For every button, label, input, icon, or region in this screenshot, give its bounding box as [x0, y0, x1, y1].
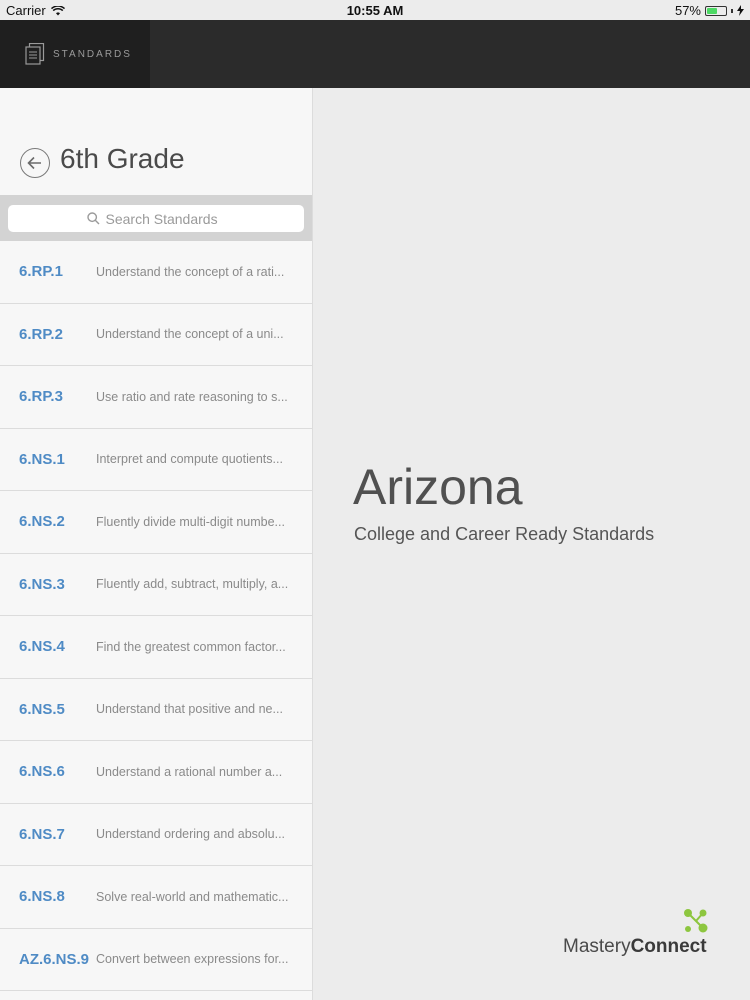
standard-row[interactable]: 6.RP.3 Use ratio and rate reasoning to s.… — [0, 366, 312, 429]
standard-row[interactable]: 6.NS.1 Interpret and compute quotients... — [0, 428, 312, 491]
standards-tab[interactable]: STANDARDS — [0, 20, 150, 88]
brand-name-bold: Connect — [630, 936, 707, 957]
standard-code: 6.NS.3 — [19, 575, 65, 593]
status-right: 57% — [675, 3, 744, 18]
search-box[interactable] — [8, 205, 304, 232]
standard-description: Fluently add, subtract, multiply, a... — [96, 577, 289, 592]
status-bar: Carrier 10:55 AM 57% — [0, 0, 750, 20]
battery-percent: 57% — [674, 3, 701, 18]
standard-code: 6.RP.2 — [19, 325, 63, 343]
charging-icon — [737, 5, 744, 16]
search-bar — [0, 195, 312, 241]
standard-row[interactable]: AZ.6.NS.9 Convert between expressions for… — [0, 928, 312, 991]
standards-tab-label: STANDARDS — [53, 48, 132, 60]
standard-code: 6.NS.5 — [19, 700, 65, 718]
standard-row[interactable]: 6.NS.7 Understand ordering and absolu... — [0, 803, 312, 866]
status-time: 10:55 AM — [346, 3, 404, 18]
back-button[interactable] — [20, 148, 50, 178]
standard-row[interactable]: 6.NS.6 Understand a rational number a... — [0, 741, 312, 804]
search-input[interactable] — [105, 210, 226, 227]
mastery-connect-logo-icon — [684, 909, 708, 933]
brand-name-light: Mastery — [563, 936, 631, 957]
standard-description: Use ratio and rate reasoning to s... — [96, 389, 288, 404]
standard-description: Understand the concept of a uni... — [96, 327, 284, 342]
battery-icon — [705, 5, 727, 16]
standards-list: 6.RP.1 Understand the concept of a rati..… — [0, 241, 312, 991]
standard-description: Find the greatest common factor... — [96, 639, 286, 654]
state-title: Arizona — [353, 459, 523, 515]
standard-description: Convert between expressions for... — [96, 952, 289, 967]
standard-code: 6.NS.7 — [19, 825, 65, 843]
standard-code: 6.NS.8 — [19, 888, 65, 906]
main-panel: Arizona College and Career Ready Standar… — [313, 88, 750, 1000]
battery-tip — [731, 8, 733, 13]
state-subtitle: College and Career Ready Standards — [354, 524, 655, 544]
arrow-left-icon — [27, 156, 41, 170]
standard-description: Fluently divide multi-digit numbe... — [96, 514, 285, 529]
standard-description: Understand a rational number a... — [96, 764, 283, 779]
standard-code: 6.NS.4 — [19, 638, 65, 656]
document-icon — [25, 43, 45, 65]
brand-wordmark: MasteryConnect — [563, 936, 707, 958]
standard-code: 6.NS.1 — [19, 450, 65, 468]
standard-row[interactable]: 6.NS.8 Solve real-world and mathematic... — [0, 866, 312, 929]
standard-description: Understand the concept of a rati... — [96, 264, 285, 279]
standard-row[interactable]: 6.NS.5 Understand that positive and ne... — [0, 678, 312, 741]
standard-code: AZ.6.NS.9 — [19, 950, 90, 968]
standard-description: Interpret and compute quotients... — [96, 452, 283, 467]
standard-description: Understand ordering and absolu... — [96, 827, 286, 842]
standard-description: Understand that positive and ne... — [96, 702, 283, 717]
grade-title: 6th Grade — [60, 143, 185, 174]
standard-code: 6.NS.6 — [19, 763, 65, 781]
standard-row[interactable]: 6.RP.1 Understand the concept of a rati..… — [0, 241, 312, 304]
standards-sidebar: 6th Grade 6.RP.1 Understand the concept o… — [0, 88, 313, 1000]
standard-code: 6.RP.3 — [19, 388, 63, 406]
standard-row[interactable]: 6.NS.2 Fluently divide multi-digit numbe.… — [0, 491, 312, 554]
standard-row[interactable]: 6.NS.3 Fluently add, subtract, multiply, … — [0, 553, 312, 616]
standard-code: 6.RP.1 — [19, 263, 63, 281]
brand-logo: MasteryConnect — [563, 908, 713, 958]
search-icon — [86, 212, 99, 225]
standard-row[interactable]: 6.NS.4 Find the greatest common factor... — [0, 616, 312, 679]
grade-header: 6th Grade — [0, 88, 312, 195]
standard-code: 6.NS.2 — [19, 513, 65, 531]
standard-description: Solve real-world and mathematic... — [96, 889, 289, 904]
battery-fill — [707, 7, 718, 14]
standard-row[interactable]: 6.RP.2 Understand the concept of a uni... — [0, 303, 312, 366]
top-bar: STANDARDS — [0, 20, 750, 88]
